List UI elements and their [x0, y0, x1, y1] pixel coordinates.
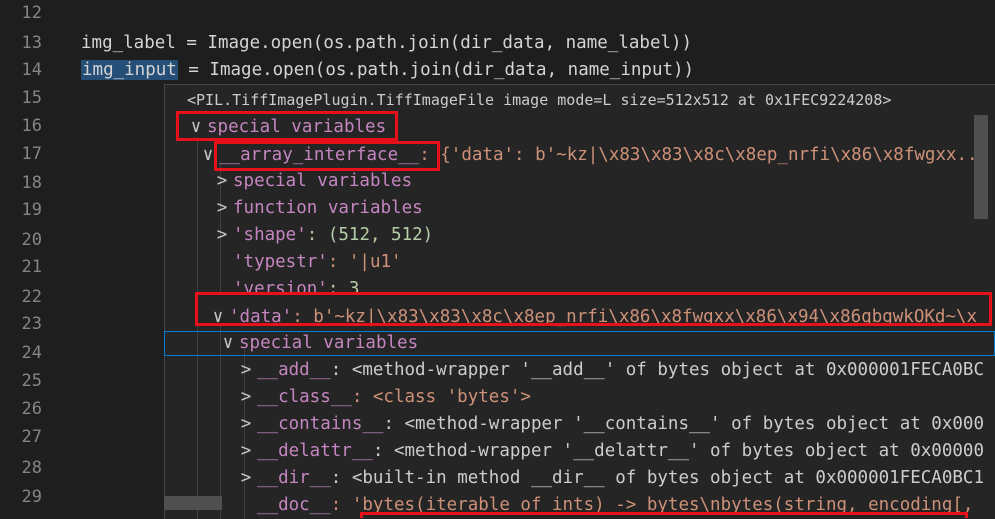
chevron-right-icon[interactable]: > [235, 384, 257, 411]
line-number: 26 [21, 399, 42, 419]
code-line-13[interactable]: img_label = Image.open(os.path.join(dir_… [81, 30, 692, 57]
line-number: 27 [21, 427, 42, 447]
annotation-box-special-variables [176, 111, 398, 141]
tree-row[interactable]: >'shape': (512, 512) [211, 222, 433, 249]
tree-row[interactable]: > __delattr__: <method-wrapper '__delattr… [235, 438, 984, 465]
tree-row[interactable]: > function variables [211, 195, 423, 222]
line-number-gutter: 12 13 14 15 16 17 18 19 20 21 22 23 24 25 26 27 28 29 [0, 0, 60, 518]
line-number: 22 [21, 287, 42, 307]
chevron-right-icon[interactable]: > [235, 438, 257, 465]
line-number: 24 [21, 343, 42, 363]
line-number: 19 [21, 200, 42, 220]
tree-row[interactable]: > __add__: <method-wrapper '__add__' of b… [235, 357, 984, 384]
line-number: 14 [21, 60, 42, 80]
line-number: 29 [21, 487, 42, 507]
tree-row-value: : <class 'bytes'> [351, 387, 531, 407]
tree-guide [197, 137, 198, 519]
chevron-right-icon[interactable]: > [235, 357, 257, 384]
line-number: 18 [21, 173, 42, 193]
line-number: 20 [21, 230, 42, 250]
line-number: 28 [21, 458, 42, 478]
annotation-box-array-interface [214, 141, 440, 171]
tree-row-label: 'shape' [233, 225, 307, 245]
line-number: 12 [21, 3, 42, 23]
selected-tree-row [164, 331, 995, 356]
line-number: 15 [21, 88, 42, 108]
chevron-right-icon[interactable]: > [235, 411, 257, 438]
tree-row[interactable]: > __class__: <class 'bytes'> [235, 384, 531, 411]
tree-row-label: special variables [233, 171, 413, 191]
chevron-right-icon[interactable]: > [235, 465, 257, 492]
tree-row-label: __doc__ [257, 495, 331, 515]
tree-row-value: : {'data': b'~kz|\x83\x83\x8c\x8ep_nrfi\… [419, 145, 989, 165]
tree-row-value: : <method-wrapper '__delattr__' of bytes… [372, 441, 984, 461]
annotation-box-doc [360, 512, 968, 518]
tree-row-label: __dir__ [257, 468, 331, 488]
tree-row-label: __class__ [257, 387, 352, 407]
tree-row-label: 'typestr' [233, 252, 328, 272]
line-number: 17 [21, 144, 42, 164]
tree-row-label: function variables [233, 198, 423, 218]
line-number: 13 [21, 33, 42, 53]
line-number: 25 [21, 371, 42, 391]
annotation-box-data [195, 292, 992, 326]
tree-row-label: __contains__ [257, 414, 384, 434]
tree-row-label: __add__ [257, 360, 331, 380]
tree-row-value: : <built-in method __dir__ of bytes obje… [330, 468, 984, 488]
code-line-14-rest: = Image.open(os.path.join(dir_data, name… [177, 60, 695, 80]
tree-row[interactable]: > __dir__: <built-in method __dir__ of by… [235, 465, 984, 492]
tree-row[interactable]: > special variables [211, 168, 412, 195]
line-number: 16 [21, 116, 42, 136]
chevron-right-icon[interactable]: > [211, 222, 233, 249]
tree-row-value: : '|u1' [327, 252, 402, 272]
code-line-14[interactable]: img_input = Image.open(os.path.join(dir_… [81, 57, 694, 84]
line-number: 21 [21, 257, 42, 277]
tree-row-value: : <method-wrapper '__add__' of bytes obj… [330, 360, 984, 380]
tree-row[interactable]: 'typestr': '|u1' [211, 249, 402, 276]
hover-header: <PIL.TiffImagePlugin.TiffImageFile image… [187, 91, 892, 109]
vertical-scrollbar-thumb[interactable] [974, 115, 988, 219]
horizontal-scrollbar-thumb[interactable] [164, 496, 222, 510]
tree-row-value: : (512, 512) [306, 225, 434, 245]
line-number: 23 [21, 314, 42, 334]
chevron-right-icon[interactable]: > [211, 195, 233, 222]
chevron-right-icon[interactable]: > [211, 168, 233, 195]
tree-row-label: __delattr__ [257, 441, 373, 461]
tree-row[interactable]: > __contains__: <method-wrapper '__contai… [235, 411, 984, 438]
hovered-variable[interactable]: img_input [81, 60, 178, 80]
tree-row-value: : <method-wrapper '__contains__' of byte… [383, 414, 984, 434]
